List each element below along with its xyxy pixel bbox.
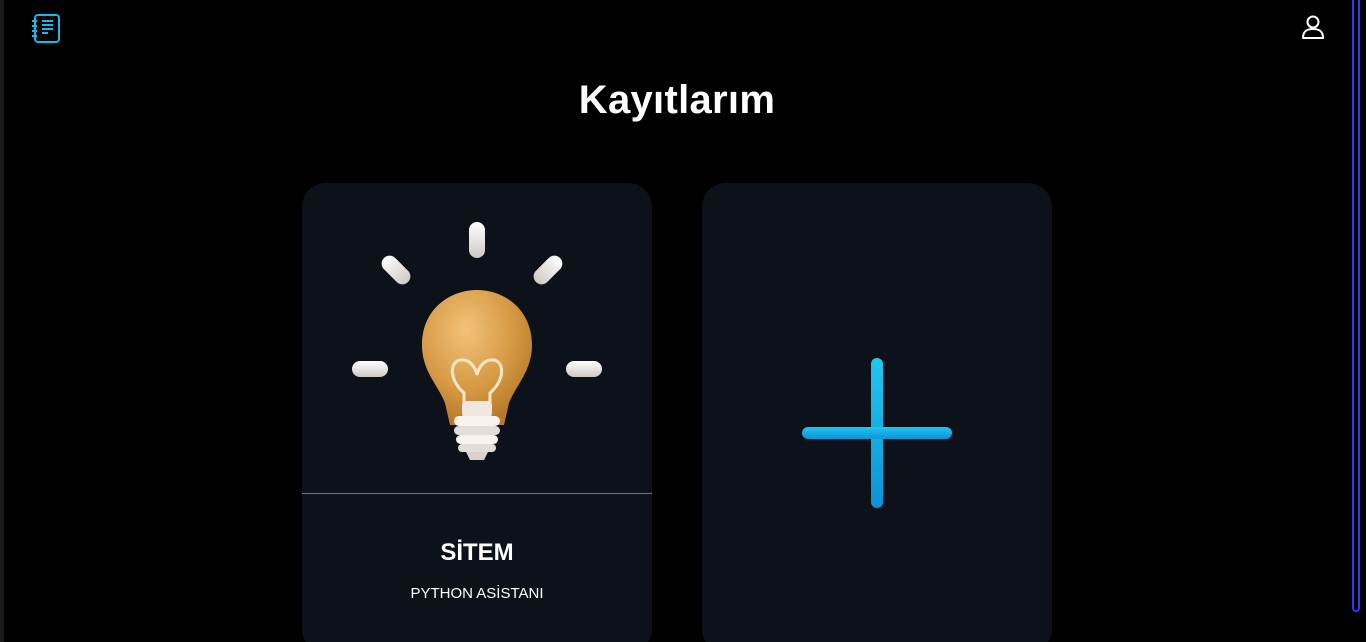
lightbulb-icon (342, 213, 612, 468)
add-record-card[interactable] (702, 183, 1052, 642)
plus-icon (797, 353, 957, 518)
card-divider (302, 493, 652, 494)
record-card[interactable]: SİTEM PYTHON ASİSTANI (302, 183, 652, 642)
notebook-icon[interactable] (30, 12, 62, 44)
scrollbar[interactable] (1352, 0, 1360, 612)
card-subtitle: PYTHON ASİSTANI (410, 585, 544, 602)
card-title: SİTEM (440, 539, 514, 566)
page-title: Kayıtlarım (578, 78, 776, 122)
user-icon[interactable] (1300, 14, 1326, 40)
